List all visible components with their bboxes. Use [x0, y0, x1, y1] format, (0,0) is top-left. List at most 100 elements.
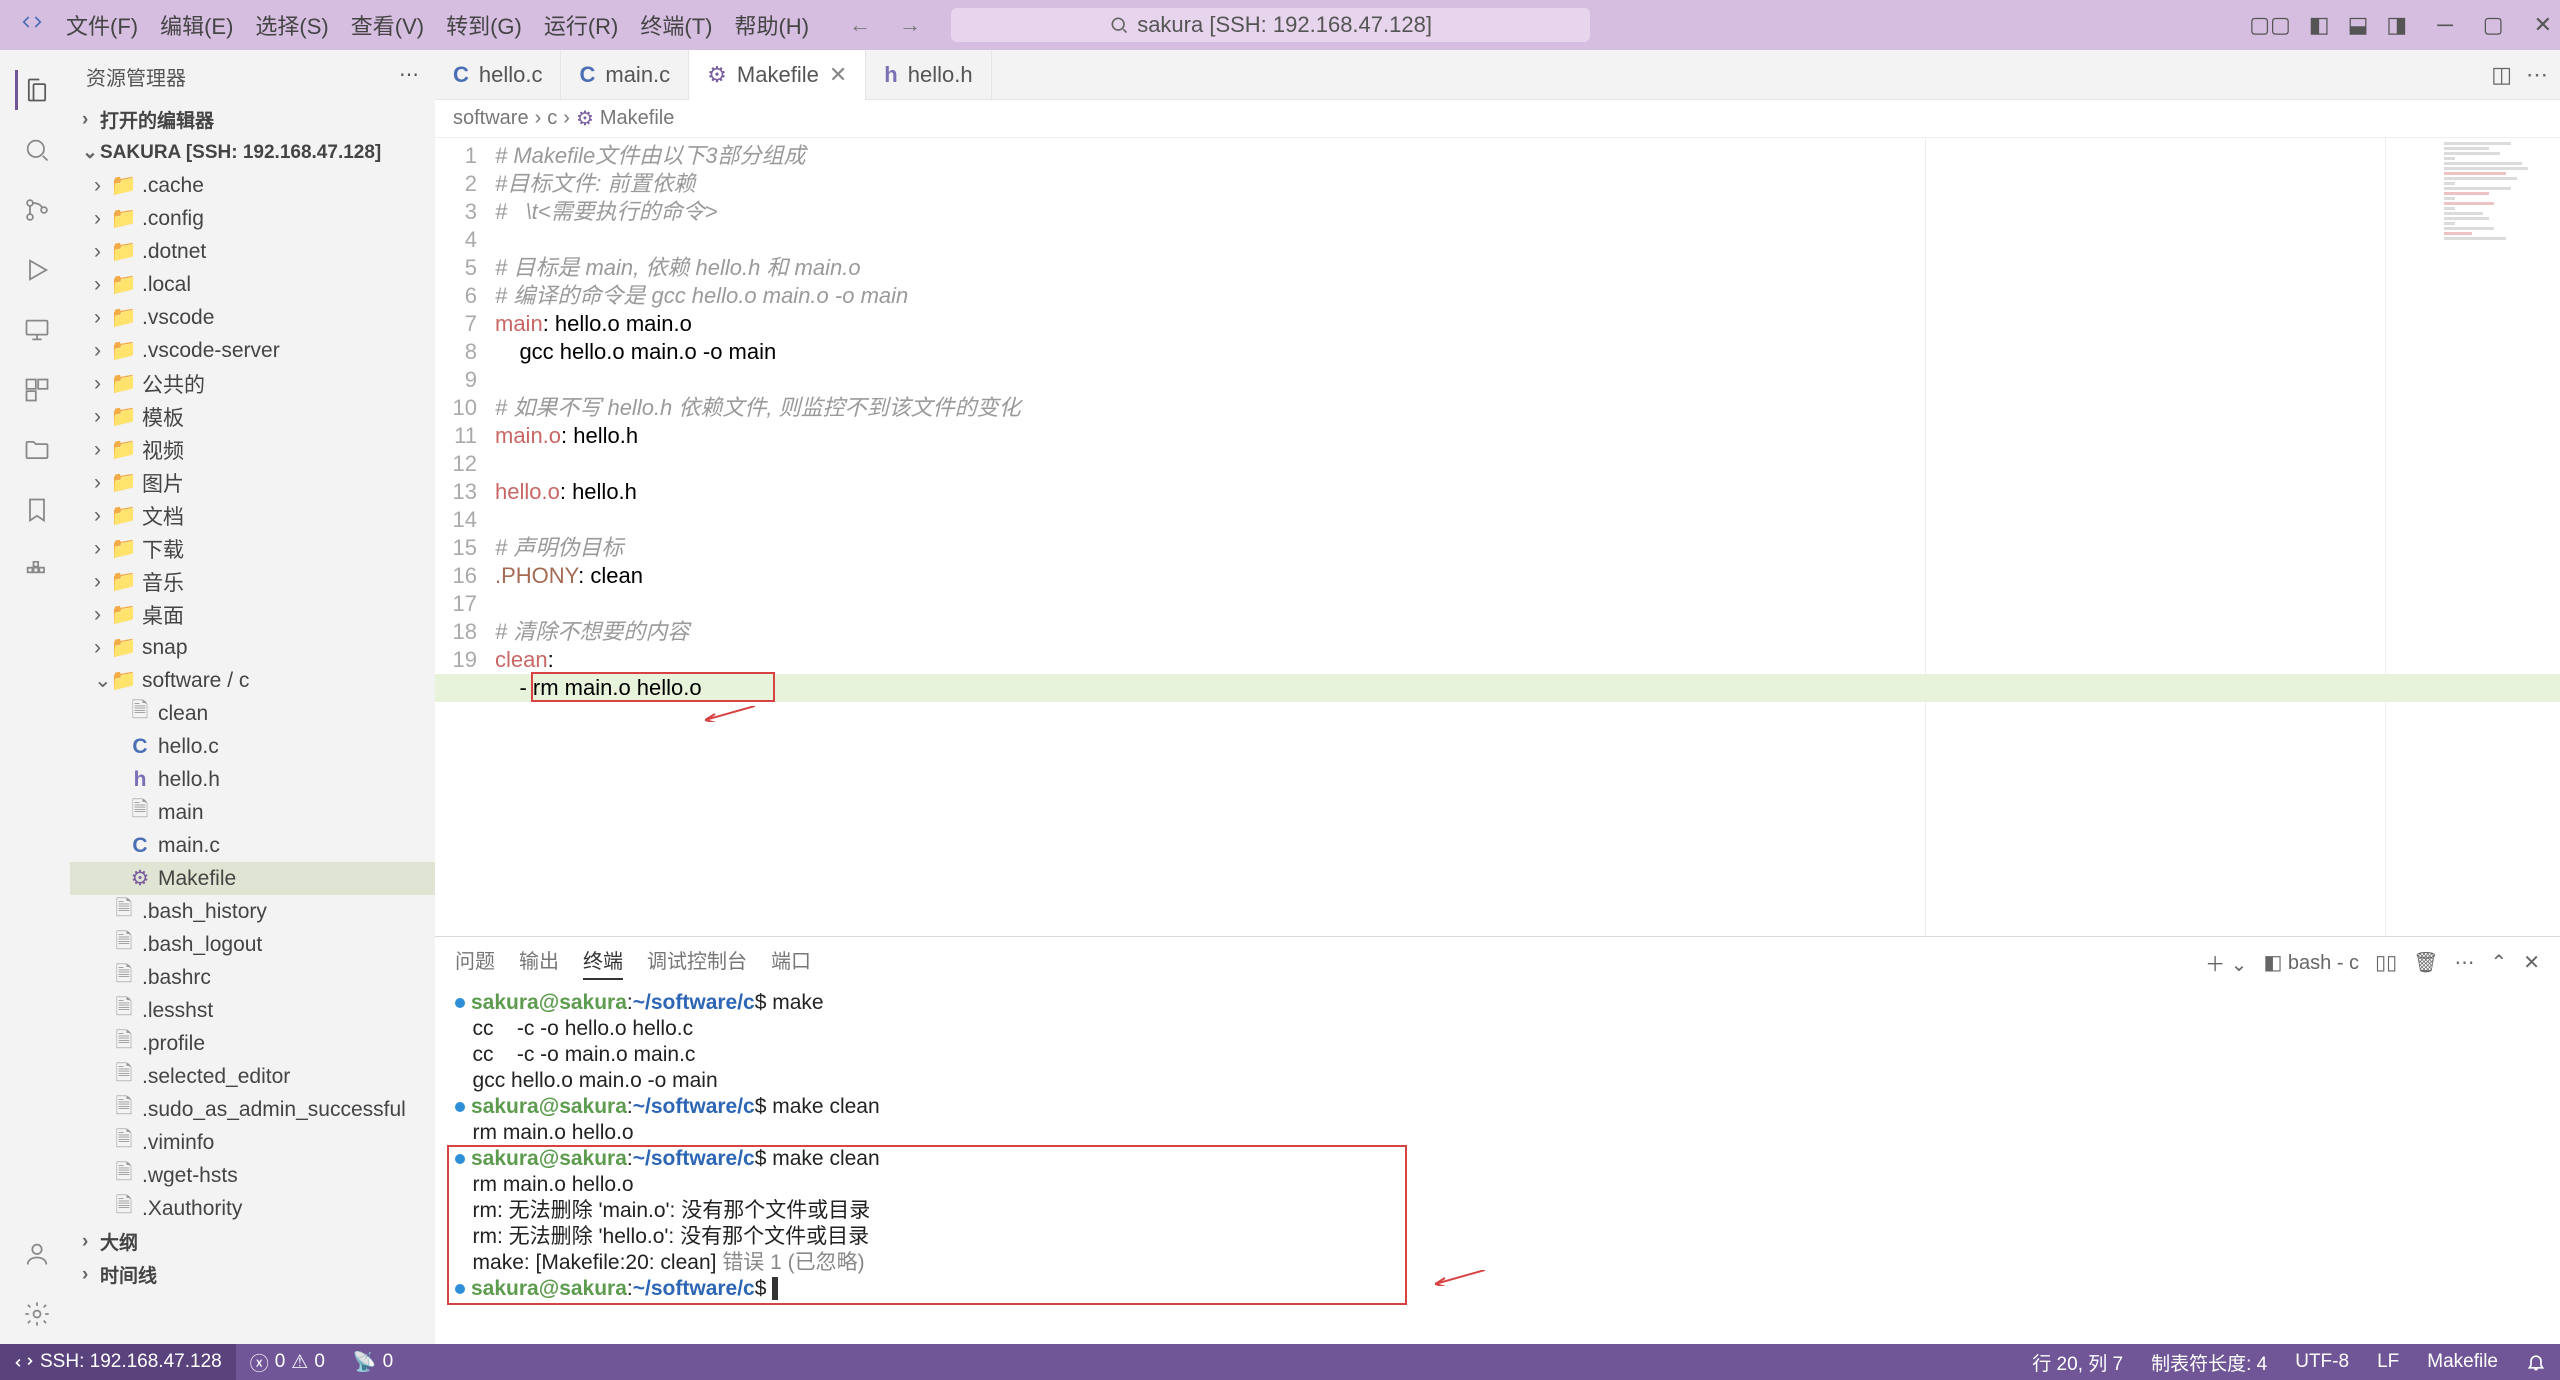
tree-item[interactable]: ›📁桌面: [70, 598, 435, 631]
accounts-icon[interactable]: [15, 1234, 55, 1274]
tree-item[interactable]: 🗎.wget-hsts: [70, 1159, 435, 1192]
explorer-icon[interactable]: [15, 70, 55, 110]
status-eol[interactable]: LF: [2363, 1351, 2413, 1373]
status-cursor-position[interactable]: 行 20, 列 7: [2018, 1349, 2137, 1376]
run-debug-icon[interactable]: [15, 250, 55, 290]
close-icon[interactable]: ✕: [2534, 12, 2552, 38]
status-language[interactable]: Makefile: [2413, 1351, 2512, 1373]
panel-tab-ports[interactable]: 端口: [771, 945, 811, 980]
menu-item[interactable]: 运行(R): [534, 5, 629, 45]
tree-item[interactable]: ›📁.local: [70, 268, 435, 301]
section-timeline[interactable]: ›时间线: [70, 1258, 435, 1291]
status-ports[interactable]: 📡0: [339, 1350, 407, 1374]
tree-item[interactable]: ›📁公共的: [70, 367, 435, 400]
editor-tab[interactable]: Cmain.c: [561, 50, 689, 100]
panel-maximize-icon[interactable]: ⌃: [2490, 950, 2507, 975]
panel-tab-problems[interactable]: 问题: [455, 945, 495, 980]
split-editor-icon[interactable]: ◫: [2491, 62, 2512, 88]
folder-icon[interactable]: [15, 430, 55, 470]
tree-item[interactable]: 🗎.bash_history: [70, 895, 435, 928]
menu-item[interactable]: 编辑(E): [150, 5, 243, 45]
search-text: sakura [SSH: 192.168.47.128]: [1137, 12, 1432, 38]
panel-right-icon[interactable]: ◨: [2386, 12, 2407, 38]
nav-buttons: ← →: [839, 8, 931, 42]
layout-icon[interactable]: ▢▢: [2249, 12, 2291, 38]
more-icon[interactable]: ⋯: [399, 62, 419, 91]
terminal-new-icon[interactable]: ＋ ⌄: [2205, 948, 2247, 977]
tree-item[interactable]: ›📁下载: [70, 532, 435, 565]
menu-item[interactable]: 转到(G): [436, 5, 532, 45]
tab-more-icon[interactable]: ⋯: [2526, 62, 2548, 88]
tree-item[interactable]: ›📁音乐: [70, 565, 435, 598]
status-notifications-icon[interactable]: [2512, 1352, 2560, 1372]
menu-item[interactable]: 终端(T): [630, 5, 722, 45]
tree-item[interactable]: ›📁模板: [70, 400, 435, 433]
status-remote[interactable]: SSH: 192.168.47.128: [0, 1344, 236, 1380]
tree-item[interactable]: ›📁图片: [70, 466, 435, 499]
panel-left-icon[interactable]: ◧: [2309, 12, 2330, 38]
command-center[interactable]: sakura [SSH: 192.168.47.128]: [951, 8, 1590, 42]
code-editor[interactable]: 1234567891011121314151617181920 # Makefi…: [435, 138, 2560, 936]
tree-item[interactable]: ⚙Makefile: [70, 862, 435, 895]
panel-bottom-icon[interactable]: ⬓: [2348, 12, 2369, 38]
tree-item[interactable]: 🗎.selected_editor: [70, 1060, 435, 1093]
tree-item[interactable]: ›📁视频: [70, 433, 435, 466]
status-tab-size[interactable]: 制表符长度: 4: [2137, 1349, 2281, 1376]
tree-item[interactable]: 🗎.profile: [70, 1027, 435, 1060]
terminal-more-icon[interactable]: ⋯: [2454, 950, 2474, 975]
panel-tab-terminal[interactable]: 终端: [583, 945, 623, 980]
tree-item[interactable]: 🗎.Xauthority: [70, 1192, 435, 1225]
bookmark-icon[interactable]: [15, 490, 55, 530]
tree-item[interactable]: 🗎.lesshst: [70, 994, 435, 1027]
panel-tab-debug[interactable]: 调试控制台: [647, 945, 747, 980]
section-open-editors[interactable]: ›打开的编辑器: [70, 103, 435, 136]
section-outline[interactable]: ›大纲: [70, 1225, 435, 1258]
terminal-split-icon[interactable]: ▯▯: [2375, 950, 2397, 975]
panel-close-icon[interactable]: ✕: [2523, 950, 2540, 975]
search-icon[interactable]: [15, 130, 55, 170]
tab-close-icon[interactable]: ✕: [829, 62, 847, 88]
section-workspace[interactable]: ⌄SAKURA [SSH: 192.168.47.128]: [70, 136, 435, 169]
tree-item[interactable]: 🗎.bashrc: [70, 961, 435, 994]
tree-item[interactable]: Chello.c: [70, 730, 435, 763]
settings-icon[interactable]: [15, 1294, 55, 1334]
maximize-icon[interactable]: ▢: [2483, 12, 2504, 38]
menu-item[interactable]: 文件(F): [56, 5, 148, 45]
tree-item[interactable]: hhello.h: [70, 763, 435, 796]
tree-item[interactable]: 🗎.viminfo: [70, 1126, 435, 1159]
status-problems[interactable]: ⓧ0 ⚠0: [236, 1349, 339, 1376]
activity-bar: [0, 50, 70, 1344]
terminal-kill-icon[interactable]: 🗑: [2413, 950, 2438, 975]
tree-item[interactable]: ›📁.config: [70, 202, 435, 235]
tree-item[interactable]: 🗎.sudo_as_admin_successful: [70, 1093, 435, 1126]
terminal[interactable]: sakura@sakura:~/software/c$ make cc -c -…: [435, 980, 2560, 1344]
minimize-icon[interactable]: ─: [2437, 12, 2453, 38]
extensions-icon[interactable]: [15, 370, 55, 410]
source-control-icon[interactable]: [15, 190, 55, 230]
editor-tab[interactable]: ⚙Makefile✕: [689, 50, 866, 100]
tree-item[interactable]: ›📁文档: [70, 499, 435, 532]
menu-item[interactable]: 选择(S): [245, 5, 338, 45]
terminal-profile[interactable]: ◧ bash - c: [2263, 950, 2359, 975]
tree-item[interactable]: ›📁.vscode: [70, 301, 435, 334]
tree-item[interactable]: 🗎.bash_logout: [70, 928, 435, 961]
tree-item[interactable]: 🗎clean: [70, 697, 435, 730]
docker-icon[interactable]: [15, 550, 55, 590]
editor-tab[interactable]: hhello.h: [866, 50, 991, 100]
tree-item[interactable]: ⌄📁software / c: [70, 664, 435, 697]
breadcrumb[interactable]: software› c› ⚙Makefile: [435, 100, 2560, 138]
tree-item[interactable]: ›📁.cache: [70, 169, 435, 202]
menu-item[interactable]: 查看(V): [341, 5, 434, 45]
tree-item[interactable]: Cmain.c: [70, 829, 435, 862]
tree-item[interactable]: ›📁.vscode-server: [70, 334, 435, 367]
editor-tab[interactable]: Chello.c: [435, 50, 561, 100]
menu-item[interactable]: 帮助(H): [724, 5, 819, 45]
status-encoding[interactable]: UTF-8: [2281, 1351, 2363, 1373]
nav-back-icon[interactable]: ←: [839, 8, 881, 42]
nav-forward-icon[interactable]: →: [889, 8, 931, 42]
remote-explorer-icon[interactable]: [15, 310, 55, 350]
tree-item[interactable]: ›📁.dotnet: [70, 235, 435, 268]
panel-tab-output[interactable]: 输出: [519, 945, 559, 980]
tree-item[interactable]: 🗎main: [70, 796, 435, 829]
tree-item[interactable]: ›📁snap: [70, 631, 435, 664]
